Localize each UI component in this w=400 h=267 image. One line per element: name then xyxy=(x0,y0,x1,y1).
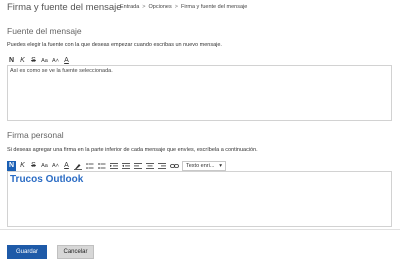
font-preview-text: Así es como se ve la fuente seleccionada… xyxy=(10,68,113,74)
breadcrumb-item-current: Firma y fuente del mensaje xyxy=(180,4,248,10)
font-select-value: Texto enri... xyxy=(186,162,215,169)
align-center-icon[interactable] xyxy=(145,161,155,171)
signature-editor[interactable]: Trucos Outlook xyxy=(7,171,392,227)
grow-font-button[interactable]: A˄ xyxy=(51,161,60,171)
breadcrumb-separator: > xyxy=(174,4,178,10)
font-size-button[interactable]: Aa xyxy=(40,161,49,171)
bold-button[interactable]: N xyxy=(7,160,16,171)
cancel-button[interactable]: Cancelar xyxy=(57,245,94,259)
signature-section-title: Firma personal xyxy=(7,130,64,140)
italic-button[interactable]: K xyxy=(18,161,27,171)
signature-text: Trucos Outlook xyxy=(10,174,84,185)
font-section-title: Fuente del mensaje xyxy=(7,26,82,36)
font-color-button[interactable]: A xyxy=(62,161,71,171)
grow-font-button[interactable]: A˄ xyxy=(51,56,60,66)
font-section-description: Puedes elegir la fuente con la que desea… xyxy=(7,42,222,48)
page-title: Firma y fuente del mensaje xyxy=(7,2,122,13)
align-right-icon[interactable] xyxy=(157,161,167,171)
italic-button[interactable]: K xyxy=(18,56,27,66)
strikethrough-button[interactable]: S xyxy=(29,56,38,66)
highlight-icon[interactable] xyxy=(73,161,83,171)
align-left-icon[interactable] xyxy=(133,161,143,171)
signature-toolbar: N K S Aa A˄ A Texto enri... ▾ xyxy=(7,160,226,171)
decrease-indent-icon[interactable] xyxy=(109,161,119,171)
signature-section-description: Si deseas agregar una firma en la parte … xyxy=(7,147,258,153)
bold-button[interactable]: N xyxy=(7,56,16,66)
bullet-list-icon[interactable] xyxy=(85,161,95,171)
font-color-button[interactable]: A xyxy=(62,56,71,66)
font-preview-box[interactable]: Así es como se ve la fuente seleccionada… xyxy=(7,65,392,121)
breadcrumb-item-entrada[interactable]: Entrada xyxy=(120,4,139,10)
font-select[interactable]: Texto enri... ▾ xyxy=(182,160,226,171)
breadcrumb-separator: > xyxy=(142,4,146,10)
breadcrumb-item-opciones[interactable]: Opciones xyxy=(148,4,171,10)
numbered-list-icon[interactable] xyxy=(97,161,107,171)
link-icon[interactable] xyxy=(169,161,180,171)
divider xyxy=(0,229,400,230)
increase-indent-icon[interactable] xyxy=(121,161,131,171)
chevron-down-icon: ▾ xyxy=(219,162,222,169)
breadcrumb: Entrada > Opciones > Firma y fuente del … xyxy=(120,4,247,10)
save-button[interactable]: Guardar xyxy=(7,245,47,259)
strikethrough-button[interactable]: S xyxy=(29,161,38,171)
font-size-button[interactable]: Aa xyxy=(40,56,49,66)
